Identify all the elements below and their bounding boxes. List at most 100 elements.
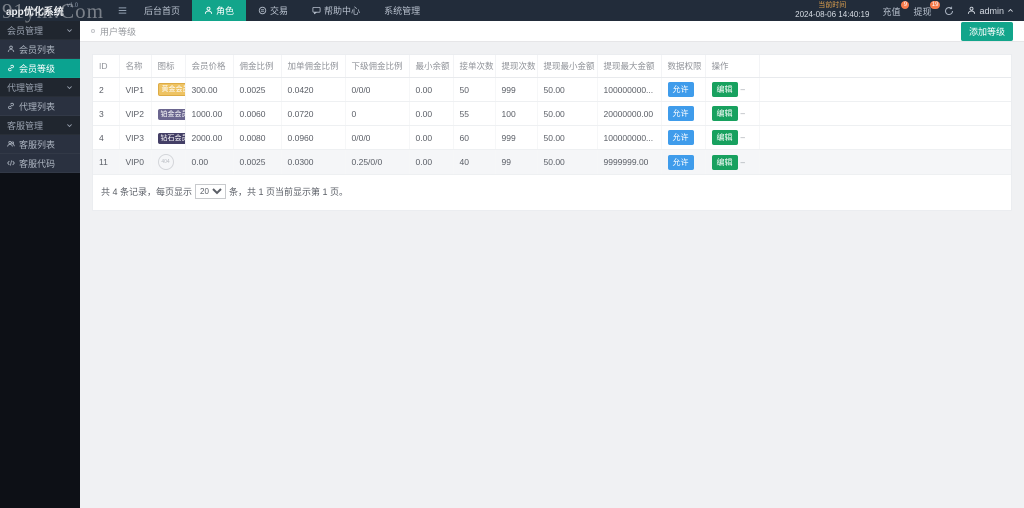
col-header-data-permission: 数据权限 [661,55,706,78]
top-menu-item-label: 交易 [270,6,289,16]
cell-commission: 0.0060 [233,101,282,126]
cell-order-count: 60 [453,125,496,150]
sidebar-item-label: 会员等级 [19,63,56,74]
sidebar-item-member-list[interactable]: 会员列表 [0,40,80,59]
cell-id: 4 [93,125,120,150]
col-header-name: 名称 [119,55,152,78]
breadcrumb: 用户等级 [91,25,136,38]
edit-button[interactable]: 编辑 [711,154,738,170]
cell-min-balance: 0.00 [409,125,454,150]
cell-withdraw-count: 999 [495,125,538,150]
sidebar-section-support-management[interactable]: 客服管理 [0,116,80,135]
level-badge-gold: 黄金会员 [157,83,184,96]
cell-commission: 0.0025 [233,149,282,175]
cell-permission: 允许 [661,101,706,126]
sidebar-item-member-level[interactable]: 会员等级 [0,59,80,78]
permission-button[interactable]: 允许 [667,106,694,121]
cell-price: 1000.00 [185,101,234,126]
sidebar-item-support-code[interactable]: 客服代码 [0,154,80,173]
cell-name: VIP0 [119,149,152,175]
chevron-down-icon [67,28,72,32]
cell-permission: 允许 [661,125,706,150]
top-menu-item-system[interactable]: 系统管理 [372,0,432,21]
link-icon [8,64,14,72]
level-table-card: ID 名称 图标 会员价格 佣金比例 加单佣金比例 下级佣金比例 最小余额 接单… [92,54,1012,211]
col-header-order-count: 接单次数 [453,55,496,78]
top-menu-item-dashboard[interactable]: 后台首页 [132,0,192,21]
top-menu-item-help-center[interactable]: 帮助中心 [300,0,372,21]
page-size-select[interactable]: 20 [195,184,227,199]
sidebar-item-agent-list[interactable]: 代理列表 [0,97,80,116]
table-row-vip3: 4 VIP3 钻石会员 2000.00 0.0080 0.0960 0/0/0 … [93,125,1011,150]
cell-order-commission: 0.0420 [281,77,346,102]
sidebar-section-member-management[interactable]: 会员管理 [0,21,80,40]
cell-min-balance: 0.00 [409,77,454,102]
edit-more-dash: – [740,133,745,142]
edit-button[interactable]: 编辑 [711,106,738,121]
refresh-icon [945,6,954,15]
cell-order-count: 55 [453,101,496,126]
cell-permission: 允许 [661,149,706,175]
cell-withdraw-max: 20000000.00 [597,101,662,126]
cell-actions: 编辑 – [705,125,760,150]
cell-name: VIP2 [119,101,152,126]
sidebar-collapse-button[interactable] [112,0,132,21]
top-menu-item-roles[interactable]: 角色 [192,0,247,21]
withdraw-link[interactable]: 提现 19 [913,0,941,18]
sidebar-item-label: 代理列表 [19,101,56,112]
col-header-actions: 操作 [705,55,760,78]
edit-more-dash: – [740,157,745,167]
edit-more-dash: – [740,109,745,118]
top-menu-item-label: 角色 [216,6,235,16]
cell-withdraw-min: 50.00 [537,77,598,102]
cell-order-commission: 0.0720 [281,101,346,126]
current-time-label: 当前时间 [818,1,847,9]
cell-name: VIP3 [119,125,152,150]
col-header-commission: 佣金比例 [233,55,282,78]
edit-button[interactable]: 编辑 [711,82,738,97]
user-menu[interactable]: admin [967,6,1014,16]
add-level-button[interactable]: 添加等级 [960,21,1013,41]
level-table: ID 名称 图标 会员价格 佣金比例 加单佣金比例 下级佣金比例 最小余额 接单… [93,55,1011,175]
sidebar: 会员管理 会员列表 会员等级 代理管理 代理列表 客服管理 客服列表 客服代码 [0,21,80,508]
breadcrumb-bar: 用户等级 添加等级 [80,21,1024,42]
permission-button[interactable]: 允许 [667,154,694,170]
link-icon [8,102,14,110]
recharge-link[interactable]: 充值 9 [882,0,910,18]
col-header-withdraw-max: 提现最大金额 [597,55,662,78]
sidebar-item-support-list[interactable]: 客服列表 [0,135,80,154]
code-icon [7,160,15,166]
edit-button[interactable]: 编辑 [711,130,738,145]
broken-image-404-icon: 404 [157,154,174,170]
refresh-button[interactable] [944,6,954,16]
withdraw-label: 提现 [913,6,932,17]
cell-icon: 黄金会员 [151,77,186,102]
app-logo: app优化系统 v1.0 [0,0,112,21]
col-header-id: ID [93,55,120,78]
pagination-bar: 共 4 条记录，每页显示 20 条，共 1 页当前显示第 1 页。 [93,175,1011,210]
withdraw-count-badge: 19 [929,0,941,9]
cell-commission: 0.0080 [233,125,282,150]
sidebar-section-agent-management[interactable]: 代理管理 [0,78,80,97]
chat-icon [312,6,321,15]
sidebar-item-label: 客服列表 [19,139,56,150]
topbar-right: 当前时间 2024-08-06 14:40:19 充值 9 提现 19 admi… [795,0,1024,21]
cell-order-commission: 0.0960 [281,125,346,150]
top-menu-item-transactions[interactable]: 交易 [246,0,300,21]
cell-withdraw-count: 999 [495,77,538,102]
main-content: 用户等级 添加等级 ID 名称 图标 会员价格 佣金比例 加单佣金比例 下级佣金… [80,21,1024,508]
chevron-down-icon [67,85,72,89]
cell-min-balance: 0.00 [409,149,454,175]
col-header-icon: 图标 [151,55,186,78]
breadcrumb-label: 用户等级 [100,26,137,37]
cell-sub-commission: 0/0/0 [345,125,410,150]
cell-min-balance: 0.00 [409,101,454,126]
permission-button[interactable]: 允许 [667,82,694,97]
cell-sub-commission: 0 [345,101,410,126]
col-header-withdraw-count: 提现次数 [495,55,538,78]
cell-actions: 编辑 – [705,101,760,126]
permission-button[interactable]: 允许 [667,130,694,145]
cell-permission: 允许 [661,77,706,102]
cell-icon: 铂金会员 [151,101,186,126]
cell-name: VIP1 [119,77,152,102]
